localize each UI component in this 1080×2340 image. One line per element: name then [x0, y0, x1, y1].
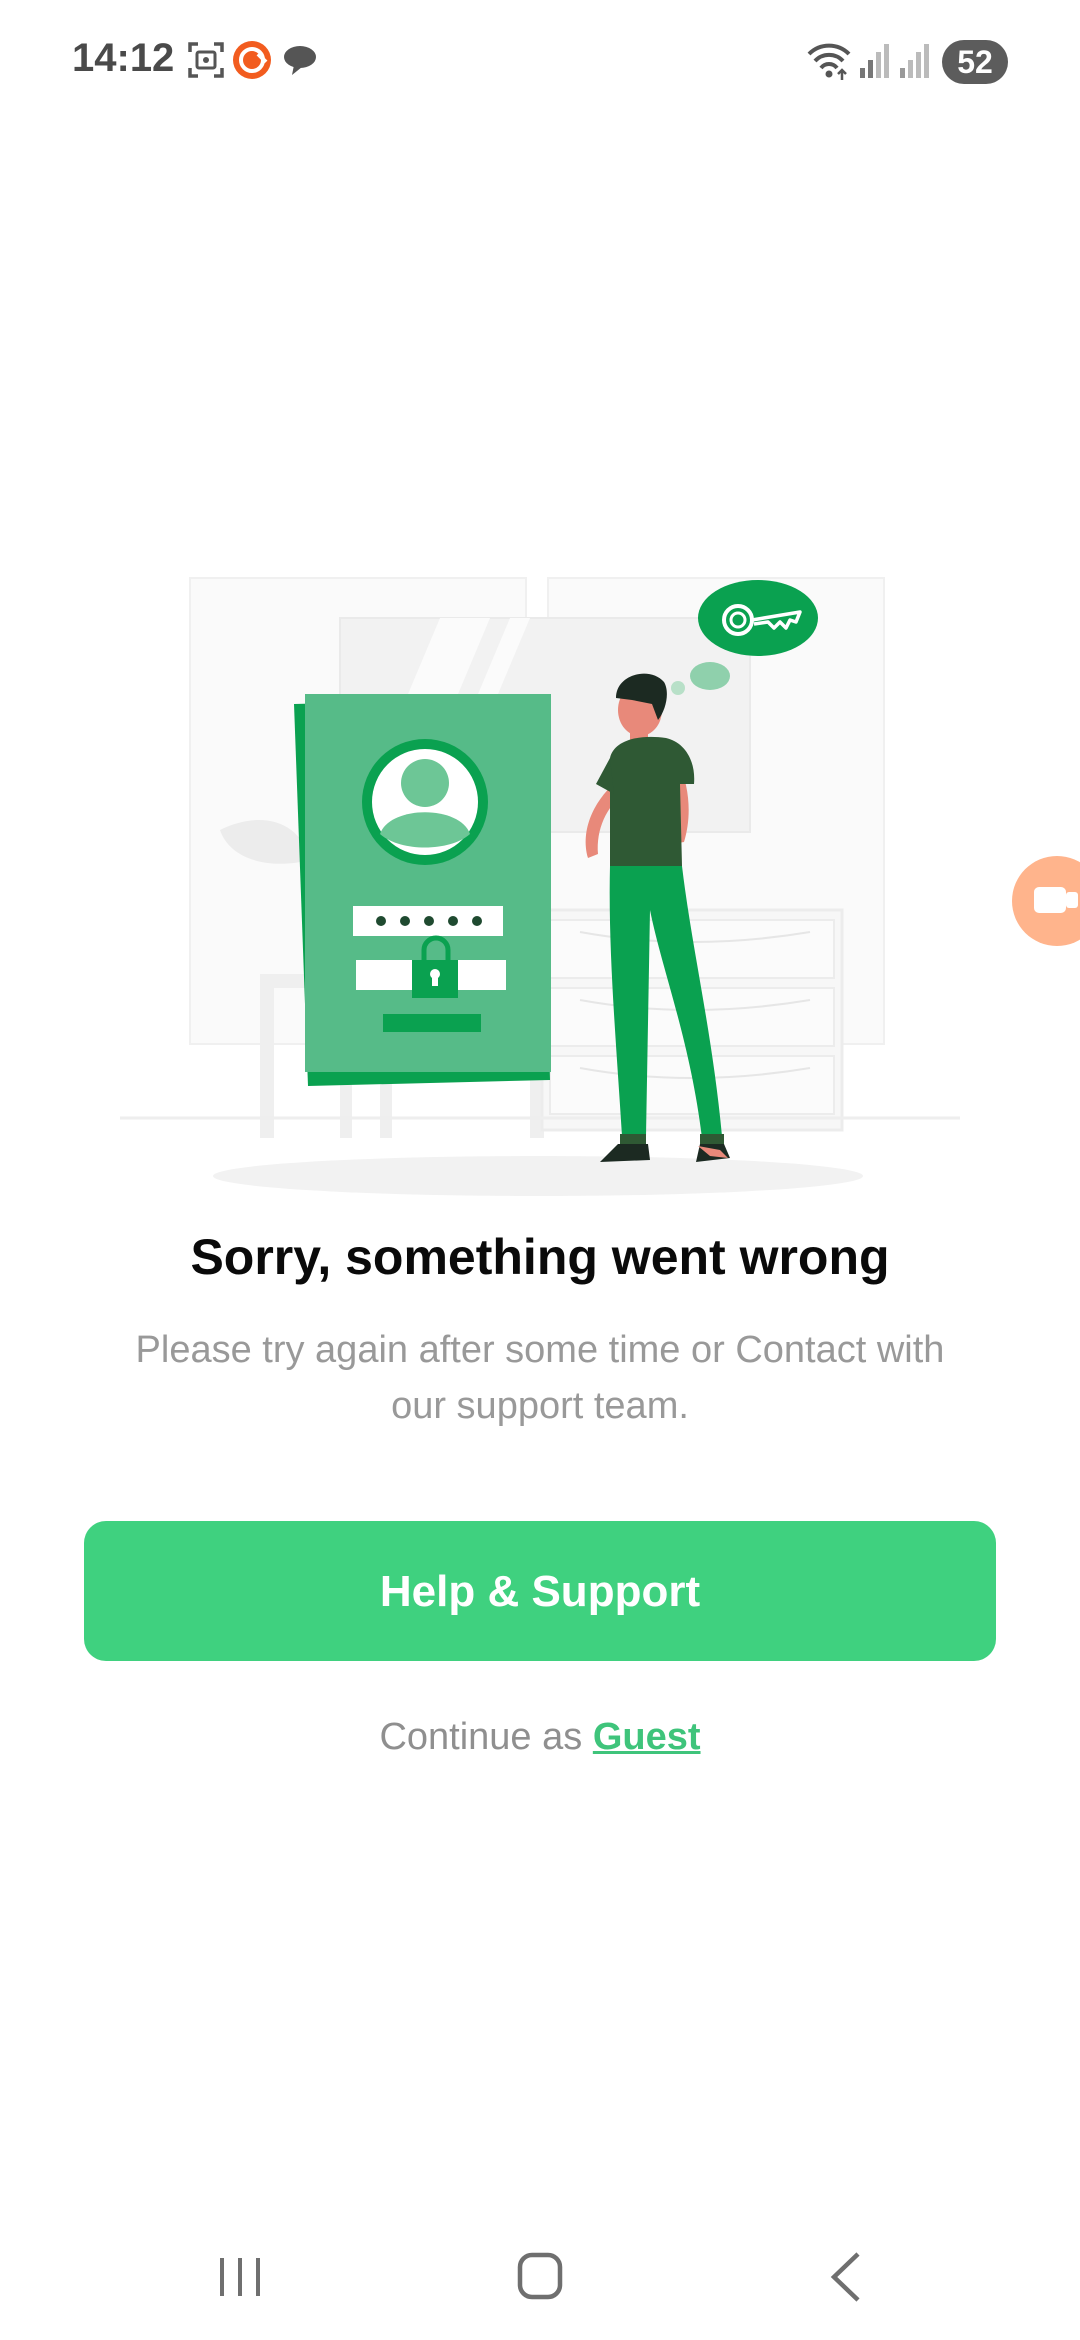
- signal-icon-2: [900, 44, 929, 78]
- continue-as-guest-row: Continue as Guest: [0, 1716, 1080, 1759]
- error-message: Please try again after some time or Cont…: [135, 1329, 945, 1427]
- continue-as-label: Continue as: [379, 1716, 583, 1758]
- app-notification-icon: [233, 41, 271, 79]
- screenshot-icon: [188, 42, 224, 78]
- guest-link[interactable]: Guest: [593, 1716, 701, 1758]
- home-icon[interactable]: [500, 2242, 580, 2312]
- signal-icon: [860, 44, 889, 78]
- error-illustration: [120, 577, 960, 1196]
- error-title: Sorry, something went wrong: [190, 1229, 890, 1285]
- battery-indicator: 52: [942, 40, 1008, 84]
- wifi-icon: [807, 43, 851, 80]
- recent-apps-icon[interactable]: [200, 2242, 280, 2312]
- chat-bubble-icon: [284, 46, 316, 75]
- back-icon[interactable]: [804, 2242, 884, 2312]
- navigation-bar: [0, 2220, 1080, 2340]
- video-camera-icon: [1034, 887, 1066, 913]
- help-support-button[interactable]: Help & Support: [84, 1521, 996, 1661]
- status-time: 14:12: [72, 36, 175, 80]
- status-bar: 14:12 52: [0, 0, 1080, 124]
- floating-recorder-button[interactable]: [1012, 856, 1080, 946]
